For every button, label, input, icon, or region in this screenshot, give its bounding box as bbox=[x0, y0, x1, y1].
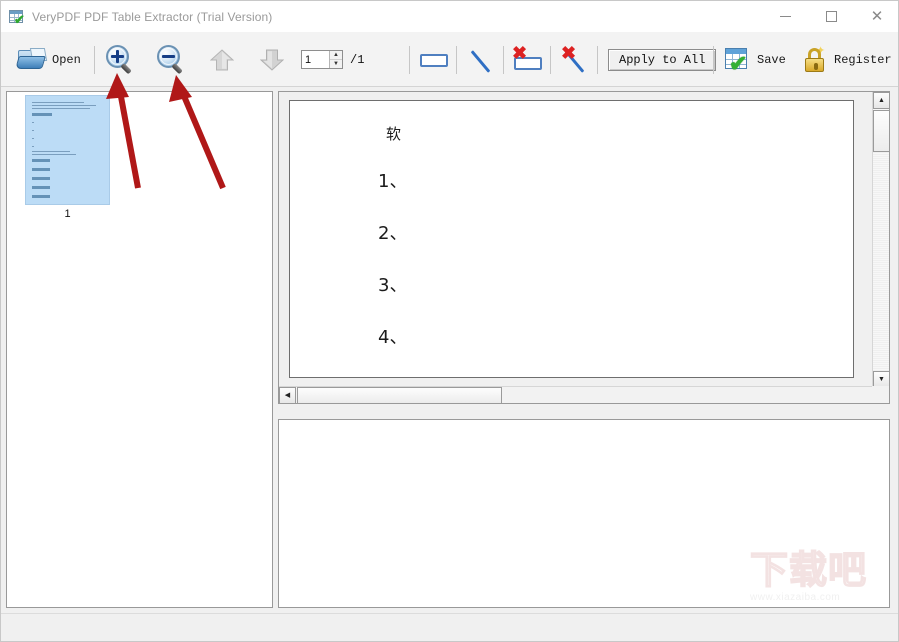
zoom-in-button[interactable] bbox=[105, 32, 137, 87]
open-button[interactable]: Open bbox=[15, 32, 81, 87]
close-button[interactable]: ✕ bbox=[854, 1, 898, 32]
page-spin-buttons[interactable]: ▲ ▼ bbox=[329, 51, 342, 68]
apply-to-all-button[interactable]: Apply to All bbox=[608, 48, 717, 71]
pdf-text-line: 4、 bbox=[378, 327, 408, 348]
add-rectangle-icon bbox=[415, 44, 453, 76]
title-bar: ✔ VeryPDF PDF Table Extractor (Trial Ver… bbox=[1, 1, 898, 32]
page-spin-up[interactable]: ▲ bbox=[330, 51, 342, 59]
pdf-text-line: 3、 bbox=[378, 275, 408, 296]
zoom-out-icon bbox=[156, 44, 188, 76]
close-icon: ✕ bbox=[870, 8, 884, 25]
thumbnail-page-label: 1 bbox=[64, 208, 71, 220]
page-number-value[interactable]: 1 bbox=[302, 51, 329, 68]
register-button-label: Register bbox=[834, 52, 892, 67]
preview-vertical-scrollbar[interactable]: ▲ ▼ bbox=[872, 92, 889, 388]
delete-line-button[interactable]: ✖ bbox=[556, 32, 594, 87]
preview-horizontal-scrollbar[interactable]: ◀ bbox=[279, 386, 875, 403]
maximize-icon bbox=[825, 11, 837, 22]
pdf-text-line: 1、 bbox=[378, 171, 408, 192]
page-spin-down[interactable]: ▼ bbox=[330, 59, 342, 68]
move-up-button[interactable] bbox=[208, 32, 236, 87]
thumbnail-item[interactable]: 1 bbox=[25, 95, 110, 220]
arrow-down-icon bbox=[258, 46, 286, 74]
delete-rectangle-button[interactable]: ✖ bbox=[509, 32, 547, 87]
pdf-text-line: 软 bbox=[386, 125, 402, 143]
open-folder-icon bbox=[15, 47, 48, 72]
window-title: VeryPDF PDF Table Extractor (Trial Versi… bbox=[32, 9, 273, 24]
toolbar-separator bbox=[597, 46, 598, 74]
minimize-button[interactable] bbox=[762, 1, 808, 32]
zoom-in-icon bbox=[105, 44, 137, 76]
add-line-icon bbox=[462, 44, 500, 76]
thumbnail-page-preview[interactable] bbox=[25, 95, 110, 205]
pdf-text-line: 2、 bbox=[378, 223, 408, 244]
watermark-text: 下载吧 bbox=[749, 548, 868, 592]
main-toolbar: Open 1 ▲ ▼ /1 ✖ ✖ Apply to All ✔ Save ✦ … bbox=[1, 32, 898, 87]
scroll-left-button[interactable]: ◀ bbox=[279, 387, 296, 403]
thumbnail-panel[interactable]: 1 bbox=[6, 91, 273, 608]
pdf-preview-panel[interactable]: 软 1、 2、 3、 4、 ▲ ▼ ◀ bbox=[278, 91, 890, 404]
toolbar-separator bbox=[94, 46, 95, 74]
save-table-icon: ✔ bbox=[723, 46, 753, 74]
apply-to-all-container: Apply to All bbox=[608, 32, 717, 87]
minimize-icon bbox=[779, 16, 791, 17]
toolbar-separator bbox=[713, 46, 714, 74]
page-number-control[interactable]: 1 ▲ ▼ /1 bbox=[301, 32, 364, 87]
maximize-button[interactable] bbox=[808, 1, 854, 32]
toolbar-separator bbox=[550, 46, 551, 74]
open-button-label: Open bbox=[52, 52, 81, 67]
pdf-page-canvas[interactable]: 软 1、 2、 3、 4、 bbox=[289, 100, 854, 378]
save-button[interactable]: ✔ Save bbox=[723, 32, 786, 87]
arrow-up-icon bbox=[208, 46, 236, 74]
table-document-icon: ✔ bbox=[9, 9, 25, 26]
move-down-button[interactable] bbox=[258, 32, 286, 87]
application-window: ✔ VeryPDF PDF Table Extractor (Trial Ver… bbox=[0, 0, 899, 642]
page-number-stepper[interactable]: 1 ▲ ▼ bbox=[301, 50, 343, 69]
add-rectangle-button[interactable] bbox=[415, 32, 453, 87]
scroll-up-button[interactable]: ▲ bbox=[873, 92, 889, 109]
toolbar-separator bbox=[456, 46, 457, 74]
site-watermark: 下载吧 www.xiazaiba.com bbox=[749, 548, 890, 611]
padlock-icon: ✦ bbox=[801, 45, 829, 74]
window-controls: ✕ bbox=[762, 1, 898, 32]
watermark-url: www.xiazaiba.com bbox=[750, 592, 841, 603]
save-button-label: Save bbox=[757, 52, 786, 67]
zoom-out-button[interactable] bbox=[156, 32, 188, 87]
toolbar-separator bbox=[503, 46, 504, 74]
add-line-button[interactable] bbox=[462, 32, 500, 87]
delete-line-icon: ✖ bbox=[556, 44, 594, 76]
scrollbar-corner bbox=[872, 386, 889, 403]
status-bar bbox=[1, 613, 898, 641]
page-total-label: /1 bbox=[350, 52, 365, 67]
vertical-scrollbar-thumb[interactable] bbox=[873, 110, 889, 152]
horizontal-scrollbar-thumb[interactable] bbox=[297, 387, 502, 403]
delete-rectangle-icon: ✖ bbox=[509, 44, 547, 76]
toolbar-separator bbox=[409, 46, 410, 74]
register-button[interactable]: ✦ Register bbox=[801, 32, 892, 87]
